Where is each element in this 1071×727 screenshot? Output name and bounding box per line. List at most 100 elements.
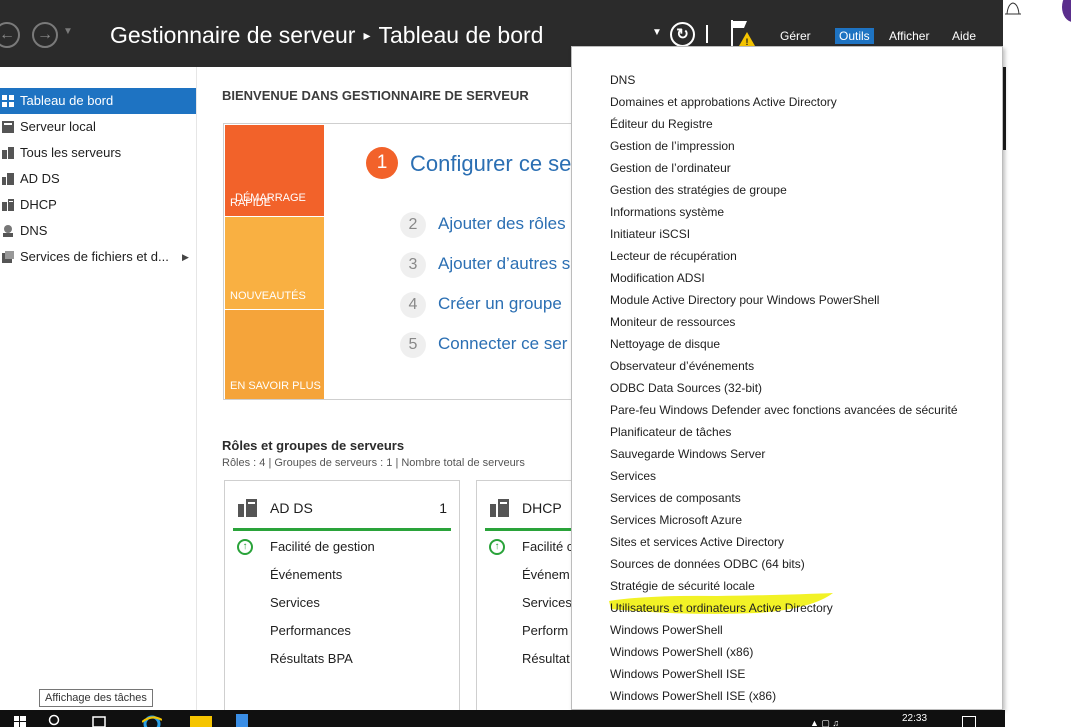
sidebar-item-services-fichiers[interactable]: Services de fichiers et d... ▶ [0, 244, 196, 270]
menu-outils[interactable]: Outils [835, 28, 874, 44]
tools-menu-item-sites-et-services-active-directory[interactable]: Sites et services Active Directory [610, 531, 784, 553]
tools-menu-item-editeur-du-registre[interactable]: Éditeur du Registre [610, 113, 713, 135]
tools-menu-item-initiateur-iscsi[interactable]: Initiateur iSCSI [610, 223, 690, 245]
role-card-row-manageability[interactable]: Facilité c [522, 539, 573, 554]
sidebar-item-label: DNS [20, 223, 48, 238]
welcome-title: BIENVENUE DANS GESTIONNAIRE DE SERVEUR [222, 88, 529, 103]
nav-history-dropdown-icon[interactable]: ▼ [63, 26, 73, 37]
step-5-link[interactable]: Connecter ce ser [438, 334, 567, 354]
role-card-title[interactable]: AD DS [270, 500, 313, 516]
search-icon[interactable] [48, 714, 62, 727]
role-card-row-performance[interactable]: Performances [270, 623, 351, 638]
tools-menu-item-module-active-directory-pour-windows-powershell[interactable]: Module Active Directory pour Windows Pow… [610, 289, 879, 311]
role-card-row-bpa[interactable]: Résultat [522, 651, 570, 666]
tools-menu-item-utilisateurs-et-ordinateurs-active-directory[interactable]: Utilisateurs et ordinateurs Active Direc… [610, 597, 833, 619]
sidebar-item-label: Serveur local [20, 119, 96, 134]
sidebar-item-tableau-de-bord[interactable]: Tableau de bord [0, 88, 196, 114]
sidebar-item-dhcp[interactable]: DHCP [0, 192, 196, 218]
tools-menu-item-sources-de-donnees-odbc-64-bits[interactable]: Sources de données ODBC (64 bits) [610, 553, 805, 575]
role-card-row-services[interactable]: Services [270, 595, 320, 610]
tools-menu-item-planificateur-de-taches[interactable]: Planificateur de tâches [610, 421, 731, 443]
tile-quick-start-line1: DÉMARRAGE [235, 192, 306, 204]
file-services-icon [2, 251, 14, 263]
sidebar-item-tous-les-serveurs[interactable]: Tous les serveurs [0, 140, 196, 166]
sidebar-item-label: DHCP [20, 197, 57, 212]
sidebar-item-dns[interactable]: DNS [0, 218, 196, 244]
roles-stats: Rôles : 4 | Groupes de serveurs : 1 | No… [222, 457, 525, 469]
status-ok-icon: ↑ [237, 539, 253, 555]
tools-menu-item-pare-feu-windows-defender-avec-fonctions-avancees-de-securite[interactable]: Pare-feu Windows Defender avec fonctions… [610, 399, 958, 421]
menu-gerer[interactable]: Gérer [776, 28, 815, 44]
server-manager-taskbar-icon[interactable] [236, 714, 248, 727]
role-card-row-services[interactable]: Services [522, 595, 572, 610]
sidebar-item-label: Services de fichiers et d... [20, 249, 169, 264]
tools-menu-item-windows-powershell[interactable]: Windows PowerShell [610, 619, 723, 641]
role-card-adds[interactable]: AD DS 1 ↑ Facilité de gestion Événements… [224, 480, 460, 712]
tools-menu-item-informations-systeme[interactable]: Informations système [610, 201, 724, 223]
tools-menu-item-observateur-d-evenements[interactable]: Observateur d’événements [610, 355, 754, 377]
step-2-link[interactable]: Ajouter des rôles [438, 214, 566, 234]
tools-menu-item-windows-powershell-ise[interactable]: Windows PowerShell ISE [610, 663, 745, 685]
breadcrumb: Gestionnaire de serveur ▸ Tableau de bord [110, 22, 543, 49]
tools-menu-item-nettoyage-de-disque[interactable]: Nettoyage de disque [610, 333, 720, 355]
tools-menu-item-services-microsoft-azure[interactable]: Services Microsoft Azure [610, 509, 742, 531]
sidebar-item-label: AD DS [20, 171, 60, 186]
windows-start-icon[interactable] [14, 714, 26, 727]
expand-arrow-icon[interactable]: ▶ [182, 244, 189, 270]
tools-menu-item-domaines-et-approbations-active-directory[interactable]: Domaines et approbations Active Director… [610, 91, 837, 113]
file-explorer-icon[interactable] [190, 714, 212, 727]
tools-menu-item-services[interactable]: Services [610, 465, 656, 487]
sidebar-item-ad-ds[interactable]: AD DS [0, 166, 196, 192]
tools-menu-item-windows-powershell-ise-x86[interactable]: Windows PowerShell ISE (x86) [610, 685, 776, 707]
role-card-row-events[interactable]: Événements [270, 567, 342, 582]
tools-menu-item-gestion-de-l-impression[interactable]: Gestion de l’impression [610, 135, 735, 157]
roles-title: Rôles et groupes de serveurs [222, 438, 405, 453]
sidebar-item-serveur-local[interactable]: Serveur local [0, 114, 196, 140]
tools-menu-item-windows-powershell-x86[interactable]: Windows PowerShell (x86) [610, 641, 753, 663]
forward-arrow-icon[interactable]: → [32, 22, 58, 48]
taskbar: ▲ ▢ ♫ 22:33 [0, 710, 1005, 727]
role-card-title[interactable]: DHCP [522, 500, 562, 516]
sidebar: Tableau de bord Serveur local Tous les s… [0, 67, 197, 710]
taskbar-clock[interactable]: 22:33 [902, 713, 927, 724]
role-card-row-events[interactable]: Événem [522, 567, 570, 582]
tools-menu-item-sauvegarde-windows-server[interactable]: Sauvegarde Windows Server [610, 443, 765, 465]
dashboard-icon [2, 95, 14, 107]
tools-menu-item-modification-adsi[interactable]: Modification ADSI [610, 267, 705, 289]
role-card-row-bpa[interactable]: Résultats BPA [270, 651, 353, 666]
tools-menu-item-services-de-composants[interactable]: Services de composants [610, 487, 741, 509]
tile-learn-more[interactable]: EN SAVOIR PLUS [225, 310, 324, 399]
back-arrow-icon[interactable]: ← [0, 22, 20, 48]
role-card-row-performance[interactable]: Perform [522, 623, 568, 638]
action-center-icon[interactable] [962, 716, 976, 727]
role-card-count: 1 [439, 500, 447, 516]
task-view-tooltip: Affichage des tâches [39, 689, 153, 707]
tools-menu-item-odbc-data-sources-32-bit[interactable]: ODBC Data Sources (32-bit) [610, 377, 762, 399]
step-4-link[interactable]: Créer un groupe [438, 294, 562, 314]
tools-menu-item-dns[interactable]: DNS [610, 69, 635, 91]
breadcrumb-dropdown-icon[interactable]: ▼ [652, 27, 662, 38]
refresh-icon[interactable]: ↻ [670, 22, 695, 47]
tools-menu-item-gestion-des-strategies-de-groupe[interactable]: Gestion des stratégies de groupe [610, 179, 787, 201]
step-1-link[interactable]: Configurer ce se [410, 151, 571, 177]
role-card-row-manageability[interactable]: Facilité de gestion [270, 539, 375, 554]
task-view-icon[interactable] [92, 714, 106, 727]
tools-menu-item-gestion-de-l-ordinateur[interactable]: Gestion de l’ordinateur [610, 157, 731, 179]
system-tray-icons[interactable]: ▲ ▢ ♫ [810, 718, 839, 727]
tools-menu-item-moniteur-de-ressources[interactable]: Moniteur de ressources [610, 311, 735, 333]
tile-quick-start[interactable]: DÉMARRAGE RAPIDE [225, 125, 324, 216]
notification-flag-icon[interactable]: ! [729, 18, 757, 48]
purple-app-icon [1062, 0, 1071, 22]
status-ok-icon: ↑ [489, 539, 505, 555]
menu-afficher[interactable]: Afficher [885, 28, 933, 44]
servers-icon [2, 147, 14, 159]
breadcrumb-root[interactable]: Gestionnaire de serveur [110, 22, 355, 48]
tools-menu-item-strategie-de-securite-locale[interactable]: Stratégie de sécurité locale [610, 575, 755, 597]
step-3-link[interactable]: Ajouter d’autres s [438, 254, 570, 274]
tile-whats-new[interactable]: NOUVEAUTÉS [225, 217, 324, 309]
tools-dropdown-menu: DNS Domaines et approbations Active Direc… [571, 46, 1003, 710]
menu-aide[interactable]: Aide [948, 28, 980, 44]
tools-menu-item-lecteur-de-recuperation[interactable]: Lecteur de récupération [610, 245, 737, 267]
bell-icon[interactable] [1003, 0, 1023, 18]
internet-explorer-icon[interactable] [142, 714, 162, 727]
